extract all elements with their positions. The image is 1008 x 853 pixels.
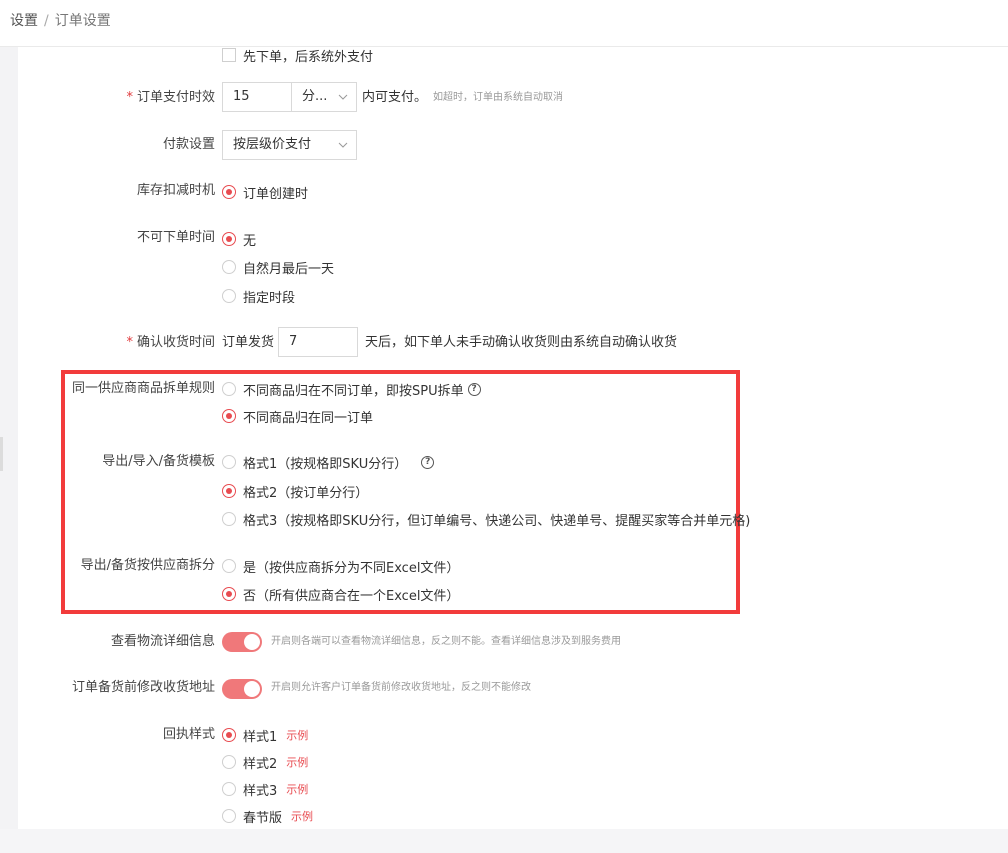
option-label: 格式1（按规格即SKU分行） <box>243 456 408 472</box>
option-label: 是（按供应商拆分为不同Excel文件） <box>243 560 460 576</box>
no-order-time-option-1[interactable]: 无 <box>222 230 257 249</box>
export-split-option-2[interactable]: 否（所有供应商合在一个Excel文件） <box>222 585 460 604</box>
export-template-label: 导出/导入/备货模板 <box>102 454 215 469</box>
breadcrumb: 设置 / 订单设置 <box>10 12 111 30</box>
radio-checked[interactable] <box>222 409 236 423</box>
radio-checked[interactable] <box>222 587 236 601</box>
highlight-box <box>61 370 740 614</box>
help-icon[interactable]: ? <box>421 455 435 469</box>
option-label: 否（所有供应商合在一个Excel文件） <box>243 588 460 604</box>
radio-checked[interactable] <box>222 185 236 199</box>
modify-address-label: 订单备货前修改收货地址 <box>71 680 215 695</box>
example-link[interactable]: 示例 <box>286 727 308 743</box>
breadcrumb-separator: / <box>44 13 49 29</box>
payment-timeout-suffix: 内可支付。 <box>362 90 428 105</box>
confirm-receipt-suffix: 天后，如下单人未手动确认收货则由系统自动确认收货 <box>365 335 678 350</box>
export-split-label: 导出/备货按供应商拆分 <box>80 558 215 573</box>
export-split-option-1[interactable]: 是（按供应商拆分为不同Excel文件） <box>222 557 460 576</box>
chevron-down-icon <box>338 92 348 102</box>
offline-payment-option[interactable]: 先下单，后系统外支付 <box>222 46 374 65</box>
radio-unchecked[interactable] <box>222 289 236 303</box>
breadcrumb-current: 订单设置 <box>54 13 111 29</box>
example-link[interactable]: 示例 <box>286 754 308 770</box>
receipt-style-option-3[interactable]: 样式3 示例 <box>222 780 308 799</box>
export-template-option-3[interactable]: 格式3（按规格即SKU分行，但订单编号、快递公司、快递单号、提醒买家等合并单元格… <box>222 510 751 529</box>
option-label: 无 <box>243 233 257 249</box>
option-label: 格式3（按规格即SKU分行，但订单编号、快递公司、快递单号、提醒买家等合并单元格… <box>243 513 751 529</box>
logistics-detail-hint: 开启则各端可以查看物流详细信息，反之则不能。查看详细信息涉及到服务费用 <box>271 636 621 647</box>
confirm-receipt-days-input[interactable]: 7 <box>278 327 358 357</box>
export-template-option-2[interactable]: 格式2（按订单分行） <box>222 482 369 501</box>
payment-setting-select[interactable]: 按层级价支付 <box>222 130 357 160</box>
option-label: 样式1 <box>243 729 278 745</box>
payment-timeout-input[interactable]: 15 <box>222 82 292 112</box>
example-link[interactable]: 示例 <box>286 781 308 797</box>
export-template-option-1[interactable]: 格式1（按规格即SKU分行） ? <box>222 453 435 472</box>
payment-timeout-hint: 如超时，订单由系统自动取消 <box>433 92 563 103</box>
option-label: 格式2（按订单分行） <box>243 485 369 501</box>
logistics-detail-toggle[interactable] <box>222 632 262 652</box>
split-rule-label: 同一供应商商品拆单规则 <box>71 381 215 396</box>
modify-address-toggle[interactable] <box>222 679 262 699</box>
chevron-down-icon <box>338 140 348 150</box>
radio-unchecked[interactable] <box>222 455 236 469</box>
help-icon[interactable]: ? <box>467 382 481 396</box>
no-order-time-option-3[interactable]: 指定时段 <box>222 287 296 306</box>
stock-deduct-option-1[interactable]: 订单创建时 <box>222 183 309 202</box>
option-label: 春节版 <box>243 810 283 826</box>
receipt-style-option-1[interactable]: 样式1 示例 <box>222 726 308 745</box>
required-mark: * <box>126 90 133 105</box>
radio-unchecked[interactable] <box>222 260 236 274</box>
radio-unchecked[interactable] <box>222 559 236 573</box>
payment-setting-value: 按层级价支付 <box>233 137 312 152</box>
required-mark: * <box>126 335 133 350</box>
offline-payment-checkbox[interactable] <box>222 48 236 62</box>
option-label: 样式3 <box>243 783 278 799</box>
no-order-time-option-2[interactable]: 自然月最后一天 <box>222 258 335 277</box>
receipt-style-option-4[interactable]: 春节版 示例 <box>222 807 313 826</box>
breadcrumb-root[interactable]: 设置 <box>10 13 38 29</box>
example-link[interactable]: 示例 <box>291 808 313 824</box>
option-label: 不同商品归在不同订单，即按SPU拆单 <box>243 383 464 399</box>
stock-deduct-label: 库存扣减时机 <box>136 183 215 198</box>
receipt-style-label: 回执样式 <box>162 727 215 742</box>
radio-unchecked[interactable] <box>222 382 236 396</box>
split-rule-option-1[interactable]: 不同商品归在不同订单，即按SPU拆单 ? <box>222 380 481 399</box>
radio-unchecked[interactable] <box>222 809 236 823</box>
offline-payment-label: 先下单，后系统外支付 <box>243 49 374 65</box>
logistics-detail-label: 查看物流详细信息 <box>110 634 215 649</box>
payment-timeout-unit-select[interactable]: 分... <box>291 82 357 112</box>
radio-unchecked[interactable] <box>222 512 236 526</box>
option-label: 订单创建时 <box>243 186 309 202</box>
breadcrumb-bar: 设置 / 订单设置 <box>0 0 1008 47</box>
option-label: 不同商品归在同一订单 <box>243 410 374 426</box>
option-label: 指定时段 <box>243 290 296 306</box>
confirm-receipt-label: * 确认收货时间 <box>126 335 215 350</box>
radio-unchecked[interactable] <box>222 755 236 769</box>
split-rule-option-2[interactable]: 不同商品归在同一订单 <box>222 407 374 426</box>
confirm-receipt-prefix: 订单发货 <box>222 335 275 350</box>
option-label: 样式2 <box>243 756 278 772</box>
payment-timeout-label: * 订单支付时效 <box>126 90 215 105</box>
no-order-time-label: 不可下单时间 <box>136 230 215 245</box>
sidebar-collapse-handle[interactable] <box>0 437 3 471</box>
receipt-style-option-2[interactable]: 样式2 示例 <box>222 753 308 772</box>
radio-unchecked[interactable] <box>222 782 236 796</box>
option-label: 自然月最后一天 <box>243 261 335 277</box>
radio-checked[interactable] <box>222 232 236 246</box>
radio-checked[interactable] <box>222 484 236 498</box>
payment-setting-label: 付款设置 <box>162 137 215 152</box>
radio-checked[interactable] <box>222 728 236 742</box>
modify-address-hint: 开启则允许客户订单备货前修改收货地址，反之则不能修改 <box>271 682 531 693</box>
payment-timeout-unit-value: 分... <box>302 89 328 104</box>
